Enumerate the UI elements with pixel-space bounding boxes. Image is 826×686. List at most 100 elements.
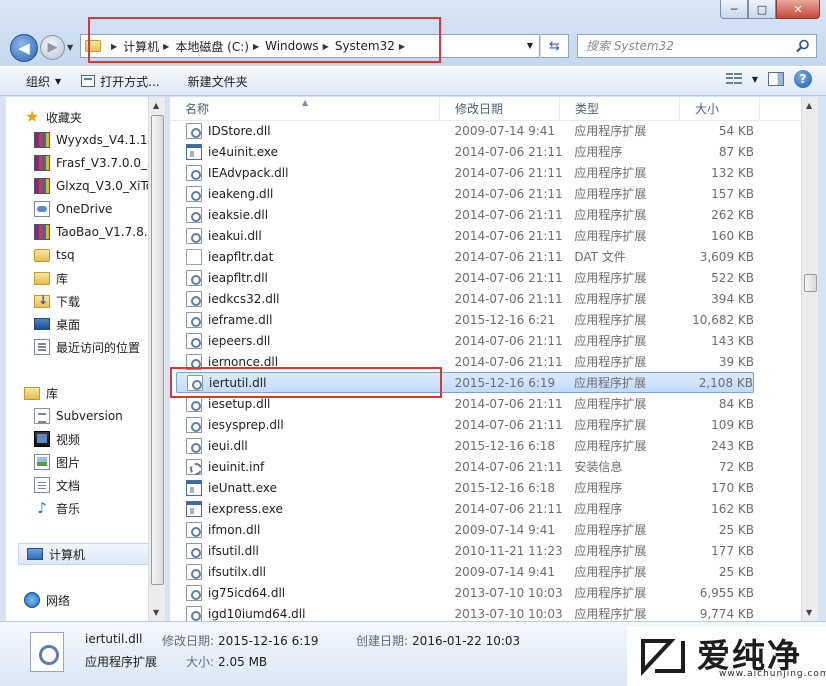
file-size: 162 KB: [711, 501, 754, 516]
sidebar-item[interactable]: tsq: [6, 244, 148, 266]
watermark: 爱纯净 www.aichunjing.com: [627, 627, 826, 686]
sidebar-item[interactable]: 库: [6, 382, 148, 404]
sidebar-item[interactable]: 文档: [6, 474, 148, 496]
file-row[interactable]: iesysprep.dll 2014-07-06 21:11 应用程序扩展 109 K…: [176, 414, 754, 435]
file-row[interactable]: ieui.dll 2015-12-16 6:18 应用程序扩展 243 KB: [176, 435, 754, 456]
file-name: ieapfltr.dll: [208, 270, 268, 285]
file-row[interactable]: ieaksie.dll 2014-07-06 21:11 应用程序扩展 262 KB: [176, 204, 754, 225]
sidebar-item[interactable]: 桌面: [6, 313, 148, 335]
sidebar-item[interactable]: Wyyxds_V4.1.1.: [6, 129, 148, 151]
highlight-box-selected-file: [170, 367, 442, 398]
sidebar-item[interactable]: 最近访问的位置: [6, 336, 148, 358]
sidebar-item[interactable]: 网络: [6, 589, 148, 611]
scroll-up-icon[interactable]: ▲: [806, 101, 812, 110]
preview-pane-icon[interactable]: [768, 72, 784, 86]
file-row[interactable]: ig75icd64.dll 2013-07-10 10:03 应用程序扩展 6,955…: [176, 582, 754, 603]
network-icon: [24, 592, 40, 608]
file-date: 2014-07-06 21:11: [454, 144, 563, 159]
back-button[interactable]: ◀: [10, 34, 38, 62]
refresh-button[interactable]: ⇆: [541, 34, 569, 58]
dll-file-icon: [186, 269, 202, 286]
sidebar-item[interactable]: 计算机: [18, 543, 152, 565]
open-with-button[interactable]: 打开方式...: [71, 69, 169, 93]
scroll-down-icon[interactable]: ▼: [806, 608, 812, 617]
file-row[interactable]: IEAdvpack.dll 2014-07-06 21:11 应用程序扩展 132 K…: [176, 162, 754, 183]
file-name: ieakui.dll: [208, 228, 262, 243]
help-icon[interactable]: ?: [794, 70, 812, 88]
change-view-icon[interactable]: [725, 73, 742, 85]
sidebar-item[interactable]: TaoBao_V1.7.8.: [6, 221, 148, 243]
file-size: 522 KB: [711, 270, 754, 285]
file-row[interactable]: iexpress.exe 2014-07-06 21:11 应用程序 162 KB: [176, 498, 754, 519]
file-row[interactable]: igd10iumd64.dll 2013-07-10 10:03 应用程序扩展 9,7…: [176, 603, 754, 621]
sidebar-item[interactable]: 库: [6, 267, 148, 289]
file-type: 应用程序扩展: [574, 565, 647, 579]
file-row[interactable]: ifsutilx.dll 2009-07-14 9:41 应用程序扩展 25 KB: [176, 561, 754, 582]
scroll-down-icon[interactable]: ▼: [153, 608, 159, 617]
sidebar-item[interactable]: Frasf_V3.7.0.0_X: [6, 152, 148, 174]
file-row[interactable]: ieUnatt.exe 2015-12-16 6:18 应用程序 170 KB: [176, 477, 754, 498]
sidebar-item[interactable]: Glxzq_V3.0_XiTo: [6, 175, 148, 197]
address-history-dropdown-icon[interactable]: ▼: [527, 41, 533, 50]
file-list-scrollbar[interactable]: ▲ ▼: [801, 97, 818, 621]
file-row[interactable]: ieakeng.dll 2014-07-06 21:11 应用程序扩展 157 KB: [176, 183, 754, 204]
organize-menu[interactable]: 组织 ▼: [16, 69, 71, 93]
file-row[interactable]: ifmon.dll 2009-07-14 9:41 应用程序扩展 25 KB: [176, 519, 754, 540]
file-size: 143 KB: [711, 333, 754, 348]
scrollbar-thumb[interactable]: [804, 274, 817, 292]
sidebar-item-label: Frasf_V3.7.0.0_X: [56, 156, 148, 170]
winrar-icon: [34, 155, 50, 171]
file-type: 应用程序扩展: [574, 607, 647, 621]
column-header-size[interactable]: 大小: [680, 97, 760, 121]
sidebar-item[interactable]: Subversion: [6, 405, 148, 427]
file-row[interactable]: ieframe.dll 2015-12-16 6:21 应用程序扩展 10,682 K…: [176, 309, 754, 330]
file-size: 177 KB: [711, 543, 754, 558]
sidebar-item[interactable]: ♪ 音乐: [6, 497, 148, 519]
column-header-type[interactable]: 类型: [560, 97, 680, 121]
sidebar-item-label: 库: [56, 271, 69, 286]
search-input[interactable]: [586, 39, 786, 53]
file-size: 9,774 KB: [699, 606, 754, 621]
dll-file-icon: [186, 332, 202, 349]
file-row[interactable]: ie4uinit.exe 2014-07-06 21:11 应用程序 87 KB: [176, 141, 754, 162]
close-button[interactable]: ✕: [776, 0, 820, 19]
sidebar-item[interactable]: 视频: [6, 428, 148, 450]
sort-ascending-icon: ▲: [302, 98, 309, 107]
sidebar-item[interactable]: 图片: [6, 451, 148, 473]
sidebar-item[interactable]: OneDrive: [6, 198, 148, 220]
sidebar-item-label: 收藏夹: [46, 110, 83, 125]
scrollbar-thumb[interactable]: [151, 115, 164, 585]
file-row[interactable]: iepeers.dll 2014-07-06 21:11 应用程序扩展 143 KB: [176, 330, 754, 351]
file-date: 2015-12-16 6:18: [454, 438, 556, 453]
column-header-date[interactable]: 修改日期: [440, 97, 560, 121]
file-row[interactable]: ieuinit.inf 2014-07-06 21:11 安装信息 72 KB: [176, 456, 754, 477]
sidebar-item-label: 计算机: [49, 547, 86, 562]
sidebar-item[interactable]: 下载: [6, 290, 148, 312]
search-icon[interactable]: [796, 39, 810, 53]
view-dropdown-arrow-icon[interactable]: ▼: [752, 75, 758, 84]
file-row[interactable]: ieakui.dll 2014-07-06 21:11 应用程序扩展 160 KB: [176, 225, 754, 246]
recent-pages-dropdown[interactable]: ▼: [67, 43, 73, 52]
file-row[interactable]: ieapfltr.dll 2014-07-06 21:11 应用程序扩展 522 KB: [176, 267, 754, 288]
file-size: 109 KB: [711, 417, 754, 432]
sidebar-item[interactable]: ★ 收藏夹: [6, 106, 148, 128]
file-type: DAT 文件: [574, 250, 626, 264]
forward-button[interactable]: ▶: [40, 35, 65, 60]
file-type: 应用程序扩展: [574, 418, 647, 432]
pictures-icon: [34, 454, 50, 470]
search-box[interactable]: [577, 34, 817, 58]
details-created-value: 2016-01-22 10:03: [412, 634, 521, 648]
minimize-button[interactable]: ─: [720, 0, 748, 19]
file-row[interactable]: IDStore.dll 2009-07-14 9:41 应用程序扩展 54 KB: [176, 120, 754, 141]
file-row[interactable]: ifsutil.dll 2010-11-21 11:23 应用程序扩展 177 KB: [176, 540, 754, 561]
new-folder-button[interactable]: 新建文件夹: [178, 69, 258, 93]
file-row[interactable]: ieapfltr.dat 2014-07-06 21:11 DAT 文件 3,609 …: [176, 246, 754, 267]
navigation-scrollbar[interactable]: ▲ ▼: [148, 97, 165, 621]
library-icon: [24, 386, 40, 400]
file-row[interactable]: iedkcs32.dll 2014-07-06 21:11 应用程序扩展 394 KB: [176, 288, 754, 309]
scroll-up-icon[interactable]: ▲: [153, 101, 159, 110]
refresh-icon: ⇆: [549, 38, 560, 54]
maximize-button[interactable]: □: [748, 0, 776, 19]
file-size: 3,609 KB: [699, 249, 754, 264]
column-header-name[interactable]: ▲ 名称: [170, 97, 440, 121]
